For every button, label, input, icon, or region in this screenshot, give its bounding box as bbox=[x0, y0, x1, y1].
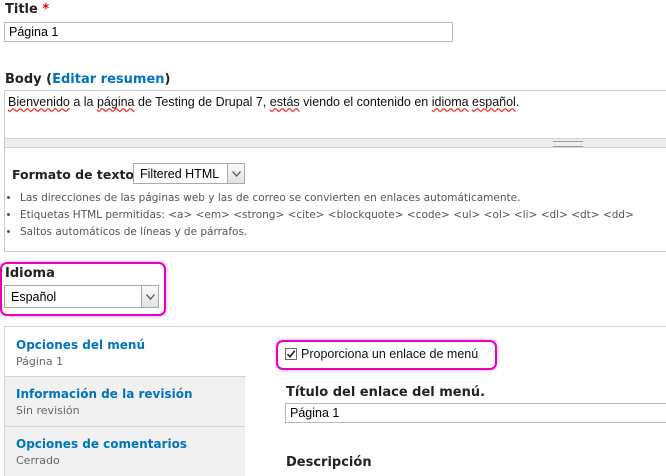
body-close-paren: ) bbox=[164, 72, 171, 87]
title-label: Title * bbox=[5, 2, 49, 17]
menu-description-label: Descripción bbox=[286, 455, 372, 470]
edit-summary-link[interactable]: Editar resumen bbox=[52, 72, 164, 87]
text-format-tips: Las direcciones de las páginas web y las… bbox=[4, 190, 666, 241]
body-text-10: . bbox=[515, 95, 520, 109]
checkmark-icon bbox=[286, 350, 296, 359]
chevron-down-icon bbox=[145, 293, 155, 300]
vertical-tab-title: Opciones de comentarios bbox=[16, 437, 187, 451]
body-word-espanol: español bbox=[472, 95, 516, 109]
body-word-estas: estás bbox=[269, 95, 300, 109]
text-format-label: Formato de texto bbox=[12, 167, 135, 182]
tip-item: Etiquetas HTML permitidas: <a> <em> <str… bbox=[20, 207, 666, 224]
vertical-tab-title: Información de la revisión bbox=[16, 387, 193, 401]
chevron-down-icon bbox=[231, 170, 241, 177]
title-input-value: Página 1 bbox=[9, 25, 59, 39]
textarea-resize-grippie[interactable] bbox=[5, 138, 666, 148]
vertical-tab-comment-options[interactable]: Opciones de comentarios Cerrado bbox=[5, 427, 245, 476]
text-format-selected: Filtered HTML bbox=[140, 167, 220, 181]
menu-link-checkbox-label: Proporciona un enlace de menú bbox=[301, 347, 479, 361]
body-text-4: de Testing de Drupal 7, bbox=[134, 95, 270, 109]
body-label-text: Body bbox=[5, 72, 42, 87]
language-select[interactable]: Español bbox=[4, 285, 159, 308]
vertical-tab-menu-options[interactable]: Opciones del menú Página 1 bbox=[5, 327, 246, 377]
body-text-6: viendo el contenido en bbox=[299, 95, 432, 109]
menu-link-title-label: Título del enlace del menú. bbox=[286, 385, 486, 400]
vertical-tab-title: Opciones del menú bbox=[16, 338, 146, 352]
language-label: Idioma bbox=[5, 266, 55, 281]
menu-link-title-input[interactable]: Página 1 bbox=[285, 403, 666, 423]
tip-item: Saltos automáticos de líneas y de párraf… bbox=[20, 224, 666, 241]
body-textarea[interactable]: Bienvenido a la página de Testing de Dru… bbox=[5, 91, 666, 138]
title-label-text: Title bbox=[5, 2, 38, 17]
text-format-dropdown-button[interactable] bbox=[227, 164, 244, 183]
menu-link-title-value: Página 1 bbox=[290, 406, 340, 420]
body-word-pagina: página bbox=[96, 95, 135, 109]
language-dropdown-button[interactable] bbox=[141, 286, 158, 307]
text-format-select[interactable]: Filtered HTML bbox=[133, 163, 245, 184]
body-word-idioma: idioma bbox=[431, 95, 469, 109]
vertical-tab-summary: Página 1 bbox=[16, 355, 64, 368]
grippie-handle-icon bbox=[553, 141, 583, 147]
menu-link-checkbox[interactable] bbox=[285, 348, 297, 360]
language-selected: Español bbox=[11, 290, 57, 304]
vertical-tab-revision-info[interactable]: Información de la revisión Sin revisión bbox=[5, 377, 245, 427]
vertical-tab-summary: Sin revisión bbox=[16, 404, 80, 417]
vertical-tab-summary: Cerrado bbox=[16, 454, 60, 467]
body-word-bienvenido: Bienvenido bbox=[8, 95, 70, 109]
menu-link-checkbox-row[interactable]: Proporciona un enlace de menú bbox=[285, 347, 478, 361]
title-input[interactable]: Página 1 bbox=[4, 22, 453, 42]
tip-item: Las direcciones de las páginas web y las… bbox=[20, 190, 666, 207]
body-text-2: a la bbox=[69, 95, 97, 109]
required-marker: * bbox=[42, 2, 50, 17]
body-label: Body (Editar resumen) bbox=[5, 72, 170, 87]
